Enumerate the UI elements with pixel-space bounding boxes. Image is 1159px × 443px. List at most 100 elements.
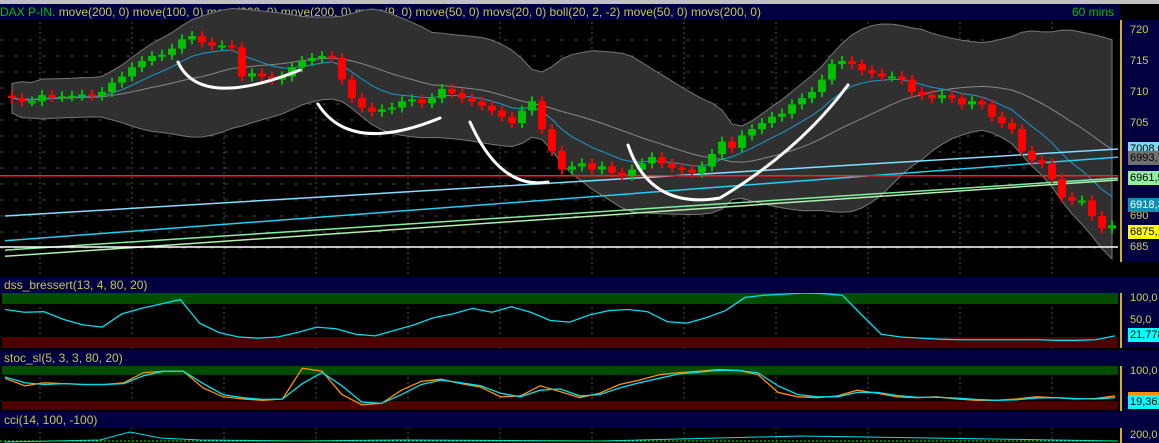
candle-body [138, 61, 146, 68]
candle-body [518, 110, 526, 123]
dss-axis-label: 100,0 [1130, 292, 1158, 304]
price-axis-label: 685 [1130, 241, 1149, 253]
candle-body [1048, 163, 1056, 179]
candle-body [38, 95, 46, 102]
candle-body [468, 98, 476, 102]
candle-body [1028, 150, 1036, 161]
candle-body [1098, 216, 1106, 229]
candle-body [178, 39, 186, 49]
candle-body [358, 98, 366, 108]
price-value-tag: 6875,1 [1128, 224, 1159, 239]
candle-body [618, 172, 626, 176]
candle-body [728, 141, 736, 148]
candle-body [678, 167, 686, 170]
candle-body [98, 92, 106, 96]
candle-body [428, 98, 436, 104]
candle-body [598, 166, 606, 170]
candle-body [58, 96, 66, 99]
candle-body [298, 61, 306, 68]
candle-body [698, 166, 706, 173]
candle-body [748, 129, 756, 136]
cci-panel-header: cci(14, 100, -100) [0, 412, 1159, 428]
candle-body [908, 79, 916, 92]
candle-body [1078, 200, 1086, 203]
candle-body [778, 113, 786, 117]
stoc-oversold-zone [2, 401, 1118, 410]
candle-body [568, 166, 576, 170]
candle-body [828, 64, 836, 80]
candle-body [488, 105, 496, 111]
candle-body [788, 104, 796, 114]
candle-body [818, 79, 826, 92]
candle-body [688, 169, 696, 173]
candle-body [958, 98, 966, 105]
candle-body [528, 101, 536, 111]
candle-body [1008, 123, 1016, 130]
candle-body [508, 116, 516, 123]
candle-body [888, 76, 896, 79]
candle-body [768, 116, 776, 123]
candle-body [498, 110, 506, 117]
cci-axis-label: 200,0 [1130, 429, 1158, 441]
candle-body [858, 64, 866, 71]
candle-body [938, 95, 946, 99]
candle-body [808, 92, 816, 99]
price-axis-label: 720 [1130, 24, 1149, 36]
price-axis-label: 715 [1130, 55, 1149, 67]
candle-body [918, 92, 926, 96]
cci-title: cci(14, 100, -100) [4, 413, 98, 427]
candle-body [588, 163, 596, 170]
candle-body [868, 70, 876, 74]
price-value-tag: 6961,5 [1128, 171, 1159, 186]
price-value-tag: 6993,7 [1128, 151, 1159, 166]
candle-body [628, 169, 636, 176]
candle-body [928, 95, 936, 99]
price-chart[interactable] [0, 0, 1159, 443]
candle-body [48, 95, 56, 98]
candle-body [798, 98, 806, 105]
stoc-panel-header: stoc_sl(5, 3, 3, 80, 20) [0, 350, 1159, 366]
candle-body [458, 93, 466, 99]
candle-body [738, 135, 746, 148]
dss-oversold-zone [2, 337, 1118, 348]
candle-body [878, 73, 886, 77]
candle-body [248, 73, 256, 77]
candle-body [978, 101, 986, 105]
candle-body [398, 101, 406, 108]
candle-body [18, 98, 26, 102]
candle-body [478, 101, 486, 106]
candle-body [968, 101, 976, 105]
candle-body [378, 109, 386, 112]
candle-body [998, 116, 1006, 123]
candle-body [1018, 129, 1026, 151]
stoc-overbought-zone [2, 366, 1118, 375]
candle-body [78, 94, 86, 97]
stoc-title: stoc_sl(5, 3, 3, 80, 20) [4, 351, 123, 365]
dss-title: dss_bressert(13, 4, 80, 20) [4, 278, 148, 292]
candle-body [448, 88, 456, 94]
candle-body [988, 104, 996, 117]
candle-body [608, 166, 616, 173]
candle-body [348, 79, 356, 99]
candle-body [8, 95, 16, 99]
candle-body [148, 56, 156, 61]
stoc-axis-label: 100,0 [1130, 365, 1158, 377]
candle-body [208, 42, 216, 46]
price-axis-label: 710 [1130, 86, 1149, 98]
stoc-value-tag: 19,361 [1128, 392, 1159, 409]
bollinger-band [11, 8, 1113, 261]
dss-panel-header: dss_bressert(13, 4, 80, 20) [0, 277, 1159, 293]
candle-body [238, 47, 246, 77]
candle-body [388, 107, 396, 110]
candle-body [368, 107, 376, 112]
candle-body [898, 76, 906, 80]
candle-body [258, 73, 266, 77]
candle-body [648, 157, 656, 164]
candle-body [708, 154, 716, 167]
candle-body [538, 101, 546, 130]
candle-body [218, 45, 226, 48]
candle-body [1058, 178, 1066, 198]
moving-average-line [4, 179, 1119, 258]
candle-body [758, 123, 766, 130]
candle-body [168, 48, 176, 55]
